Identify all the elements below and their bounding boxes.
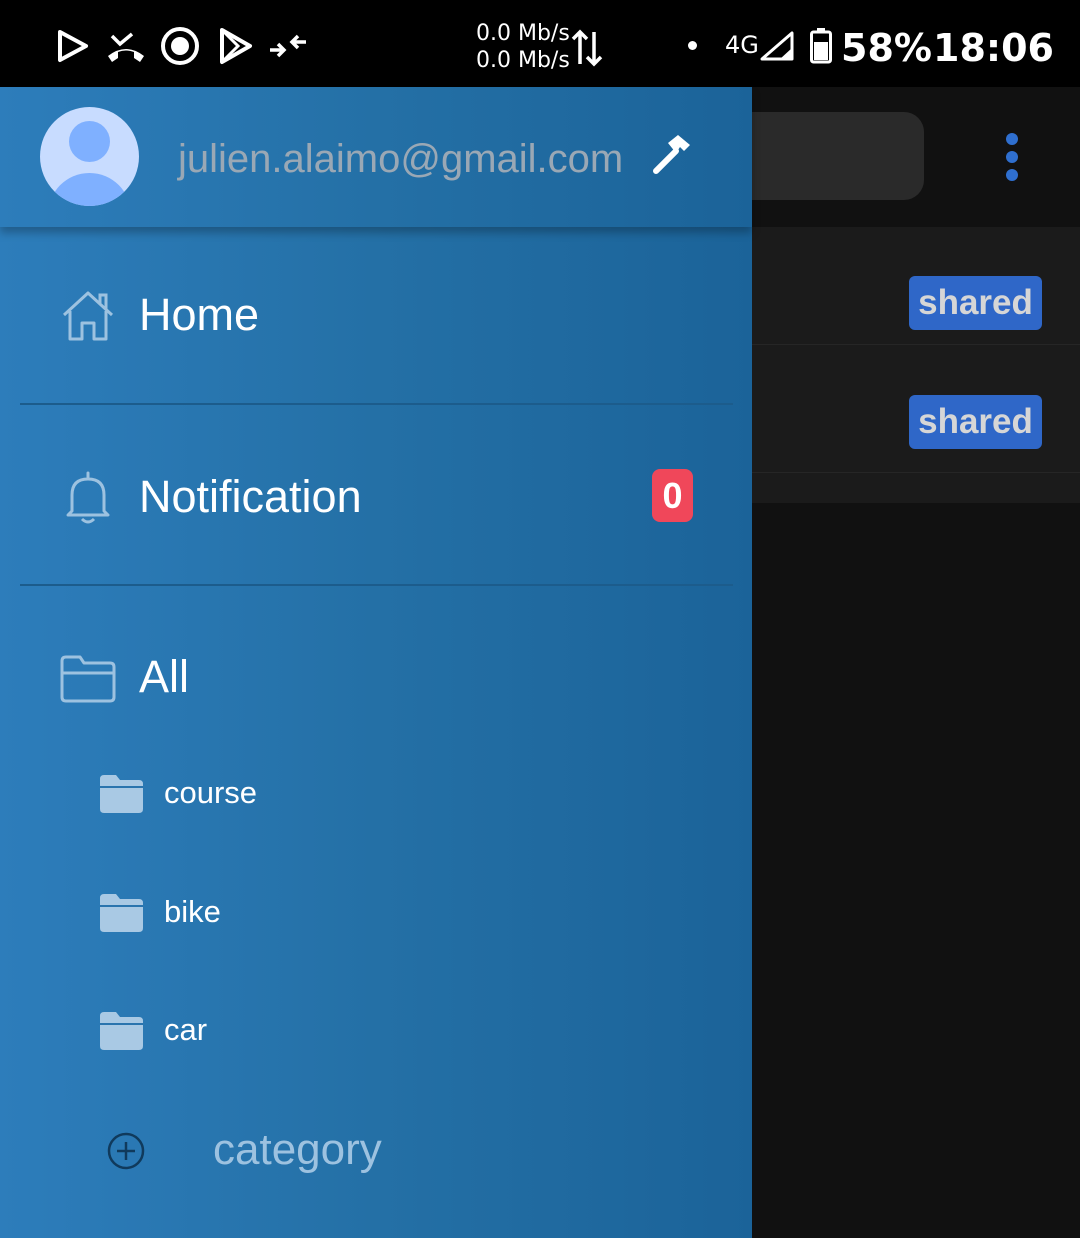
folder-icon xyxy=(100,1012,143,1050)
bell-icon xyxy=(66,471,110,524)
avatar[interactable] xyxy=(40,107,139,206)
folder-icon xyxy=(100,894,143,932)
nav-label-all: All xyxy=(139,651,190,702)
network-speed: 0.0 Mb/s 0.0 Mb/s xyxy=(476,20,570,74)
missed-call-icon xyxy=(104,24,148,68)
overflow-menu-icon[interactable] xyxy=(990,127,1034,187)
nav-item-home[interactable]: Home xyxy=(0,267,752,359)
folder-icon xyxy=(100,775,143,813)
battery-icon xyxy=(810,28,832,64)
nav-label-notification: Notification xyxy=(139,471,362,522)
battery-percent: 58% xyxy=(841,26,932,70)
nav-item-all[interactable]: All xyxy=(0,629,752,721)
play-icon xyxy=(212,24,256,68)
signal-icon xyxy=(760,31,794,61)
note-list: shared shared xyxy=(752,227,1080,503)
list-item[interactable]: shared xyxy=(752,355,1080,473)
category-label: course xyxy=(164,775,258,810)
nav-item-notification[interactable]: Notification 0 xyxy=(0,449,752,541)
status-bar: 0.0 Mb/s 0.0 Mb/s 4G 58% 18:06 xyxy=(0,0,1080,87)
folder-open-icon xyxy=(60,655,116,703)
list-item[interactable]: shared xyxy=(752,227,1080,345)
category-label: bike xyxy=(164,894,221,929)
add-category-button[interactable]: category xyxy=(0,1105,752,1195)
net-speed-down: 0.0 Mb/s xyxy=(476,48,570,73)
notification-dot xyxy=(688,41,697,50)
category-label: car xyxy=(164,1012,208,1047)
add-category-label: category xyxy=(213,1125,382,1174)
net-speed-up: 0.0 Mb/s xyxy=(476,21,570,46)
navigation-drawer: julien.alaimo@gmail.com Home Notificatio… xyxy=(0,87,752,1238)
sync-icon xyxy=(158,24,202,68)
divider xyxy=(20,403,733,405)
divider xyxy=(20,584,733,586)
user-email: julien.alaimo@gmail.com xyxy=(178,137,624,181)
category-item-car[interactable]: car xyxy=(0,994,752,1074)
data-transfer-icon xyxy=(571,29,603,67)
home-icon xyxy=(62,291,114,341)
data-compress-icon xyxy=(266,24,310,68)
nav-label-home: Home xyxy=(139,289,260,340)
add-circle-icon xyxy=(107,1132,145,1170)
notification-count-badge: 0 xyxy=(652,469,693,522)
hammer-icon[interactable] xyxy=(650,131,696,177)
shared-badge: shared xyxy=(909,395,1042,449)
category-item-course[interactable]: course xyxy=(0,757,752,837)
play-store-icon xyxy=(50,24,94,68)
clock: 18:06 xyxy=(933,26,1054,70)
category-item-bike[interactable]: bike xyxy=(0,876,752,956)
shared-badge: shared xyxy=(909,276,1042,330)
drawer-header: julien.alaimo@gmail.com xyxy=(0,87,752,227)
network-type: 4G xyxy=(725,31,759,59)
